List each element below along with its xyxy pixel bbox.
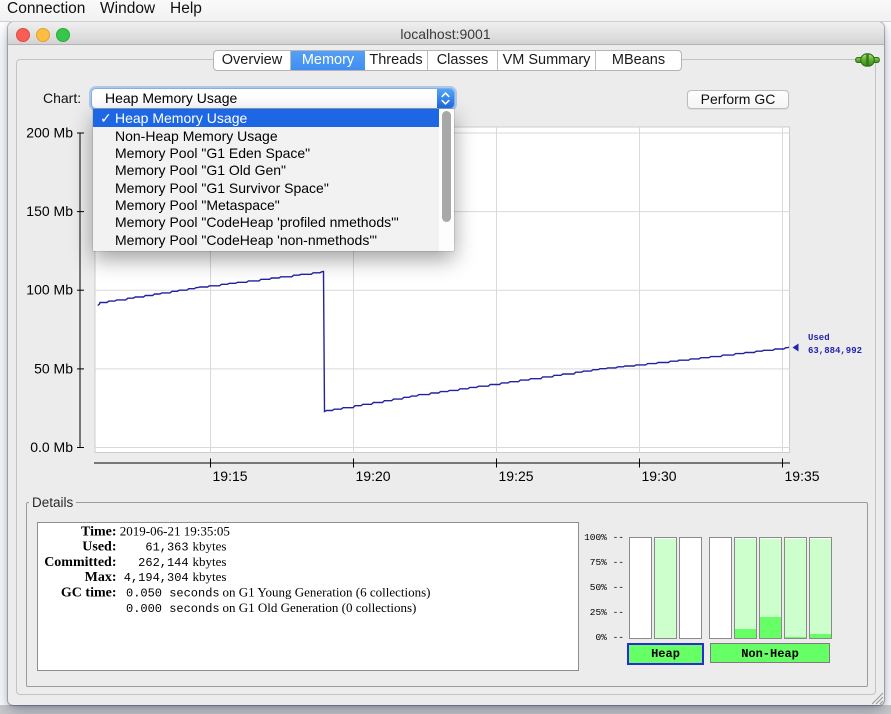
svg-text:GC time:: GC time:: [61, 586, 117, 601]
svg-text:2019-06-21 19:35:05: 2019-06-21 19:35:05: [120, 523, 230, 538]
svg-text:on G1 Young Generation (6 coll: on G1 Young Generation (6 collections): [223, 585, 431, 600]
svg-text:4,194,304: 4,194,304: [124, 571, 189, 585]
svg-text:Max:: Max:: [85, 570, 117, 585]
svg-text:Committed:: Committed:: [44, 555, 116, 570]
svg-text:0.000 seconds: 0.000 seconds: [126, 602, 220, 616]
svg-text:Time:: Time:: [81, 524, 117, 539]
svg-text:kbytes: kbytes: [193, 569, 227, 584]
svg-text:kbytes: kbytes: [193, 539, 227, 554]
svg-text:Used:: Used:: [82, 540, 116, 555]
svg-text:61,363: 61,363: [145, 541, 188, 555]
svg-text:262,144: 262,144: [138, 556, 188, 570]
svg-text:kbytes: kbytes: [193, 554, 227, 569]
svg-text:on G1 Old Generation (0 collec: on G1 Old Generation (0 collections): [223, 600, 417, 615]
svg-text:0.050 seconds: 0.050 seconds: [126, 587, 220, 601]
